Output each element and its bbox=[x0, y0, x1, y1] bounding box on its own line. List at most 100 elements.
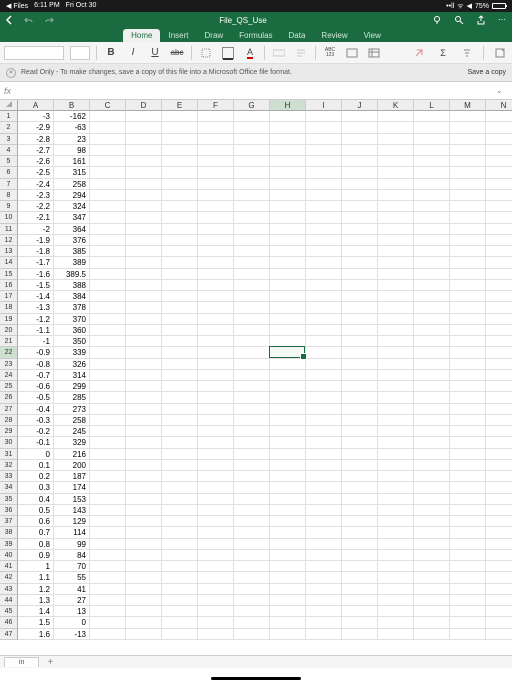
cell[interactable] bbox=[270, 572, 306, 583]
cell[interactable] bbox=[234, 606, 270, 617]
cell[interactable] bbox=[450, 617, 486, 628]
cell[interactable] bbox=[198, 516, 234, 527]
cell[interactable] bbox=[450, 572, 486, 583]
cell[interactable] bbox=[306, 392, 342, 403]
cell[interactable] bbox=[162, 246, 198, 257]
cell[interactable] bbox=[450, 291, 486, 302]
cell[interactable] bbox=[486, 539, 512, 550]
cell[interactable] bbox=[342, 370, 378, 381]
cell[interactable] bbox=[378, 280, 414, 291]
share-icon[interactable] bbox=[476, 15, 486, 25]
cell[interactable] bbox=[342, 179, 378, 190]
cell[interactable] bbox=[414, 122, 450, 133]
cell[interactable] bbox=[306, 404, 342, 415]
cell[interactable]: 294 bbox=[54, 190, 90, 201]
cell[interactable] bbox=[306, 629, 342, 640]
font-color-button[interactable]: A bbox=[242, 45, 258, 61]
cell[interactable] bbox=[306, 325, 342, 336]
tab-formulas[interactable]: Formulas bbox=[231, 29, 280, 42]
column-header[interactable]: C bbox=[90, 100, 126, 111]
cell[interactable] bbox=[306, 539, 342, 550]
cell[interactable] bbox=[414, 280, 450, 291]
cell[interactable] bbox=[342, 134, 378, 145]
strikethrough-button[interactable]: abc bbox=[169, 45, 185, 61]
fill-color-button[interactable] bbox=[220, 45, 236, 61]
cell[interactable] bbox=[342, 122, 378, 133]
cell[interactable] bbox=[126, 201, 162, 212]
cell[interactable] bbox=[198, 404, 234, 415]
cell[interactable] bbox=[90, 212, 126, 223]
cell[interactable] bbox=[306, 314, 342, 325]
row-header[interactable]: 46 bbox=[0, 617, 18, 628]
cell[interactable] bbox=[450, 370, 486, 381]
cell[interactable] bbox=[414, 347, 450, 358]
cell[interactable] bbox=[234, 482, 270, 493]
cell[interactable] bbox=[414, 224, 450, 235]
cell[interactable] bbox=[198, 415, 234, 426]
cell[interactable]: -1.8 bbox=[18, 246, 54, 257]
cell[interactable] bbox=[342, 494, 378, 505]
cell[interactable] bbox=[378, 494, 414, 505]
cell[interactable] bbox=[234, 167, 270, 178]
cell[interactable] bbox=[486, 550, 512, 561]
cell[interactable] bbox=[234, 561, 270, 572]
cell[interactable] bbox=[90, 584, 126, 595]
cell[interactable] bbox=[198, 167, 234, 178]
cell[interactable] bbox=[162, 629, 198, 640]
cell[interactable]: -13 bbox=[54, 629, 90, 640]
cell[interactable] bbox=[90, 336, 126, 347]
cell[interactable] bbox=[306, 471, 342, 482]
cell[interactable] bbox=[378, 415, 414, 426]
cell[interactable] bbox=[378, 257, 414, 268]
cell[interactable] bbox=[198, 302, 234, 313]
cell[interactable] bbox=[270, 235, 306, 246]
cell[interactable] bbox=[162, 539, 198, 550]
tab-view[interactable]: View bbox=[356, 29, 389, 42]
cell[interactable] bbox=[450, 134, 486, 145]
cell[interactable] bbox=[306, 111, 342, 122]
cell[interactable] bbox=[270, 595, 306, 606]
cell[interactable] bbox=[198, 617, 234, 628]
cell[interactable] bbox=[306, 190, 342, 201]
cell[interactable] bbox=[342, 539, 378, 550]
cell[interactable]: 0.9 bbox=[18, 550, 54, 561]
cell[interactable] bbox=[342, 527, 378, 538]
cell[interactable] bbox=[234, 494, 270, 505]
cell[interactable]: -0.5 bbox=[18, 392, 54, 403]
row-header[interactable]: 41 bbox=[0, 561, 18, 572]
cell[interactable] bbox=[162, 606, 198, 617]
column-header[interactable]: G bbox=[234, 100, 270, 111]
cell[interactable] bbox=[234, 449, 270, 460]
row-header[interactable]: 32 bbox=[0, 460, 18, 471]
cell[interactable] bbox=[270, 584, 306, 595]
row-header[interactable]: 36 bbox=[0, 505, 18, 516]
cell[interactable] bbox=[270, 471, 306, 482]
cell[interactable] bbox=[198, 561, 234, 572]
cell[interactable] bbox=[270, 314, 306, 325]
cell[interactable]: 70 bbox=[54, 561, 90, 572]
cell[interactable] bbox=[306, 167, 342, 178]
cell[interactable] bbox=[342, 415, 378, 426]
cell[interactable] bbox=[378, 111, 414, 122]
cell[interactable] bbox=[342, 572, 378, 583]
cell[interactable] bbox=[342, 561, 378, 572]
cell[interactable] bbox=[126, 280, 162, 291]
cell[interactable] bbox=[414, 449, 450, 460]
cell[interactable] bbox=[306, 437, 342, 448]
cell[interactable] bbox=[126, 179, 162, 190]
cell[interactable]: -0.3 bbox=[18, 415, 54, 426]
font-size-select[interactable] bbox=[70, 46, 90, 60]
cell[interactable] bbox=[450, 122, 486, 133]
row-header[interactable]: 20 bbox=[0, 325, 18, 336]
cell[interactable] bbox=[126, 617, 162, 628]
cell[interactable] bbox=[486, 235, 512, 246]
cell[interactable] bbox=[450, 426, 486, 437]
cell[interactable] bbox=[486, 527, 512, 538]
cell[interactable] bbox=[486, 336, 512, 347]
cell[interactable] bbox=[198, 179, 234, 190]
cell[interactable] bbox=[378, 449, 414, 460]
cell[interactable] bbox=[162, 111, 198, 122]
cell[interactable] bbox=[234, 291, 270, 302]
cell[interactable] bbox=[306, 606, 342, 617]
sheet-tab[interactable]: in bbox=[4, 657, 39, 667]
